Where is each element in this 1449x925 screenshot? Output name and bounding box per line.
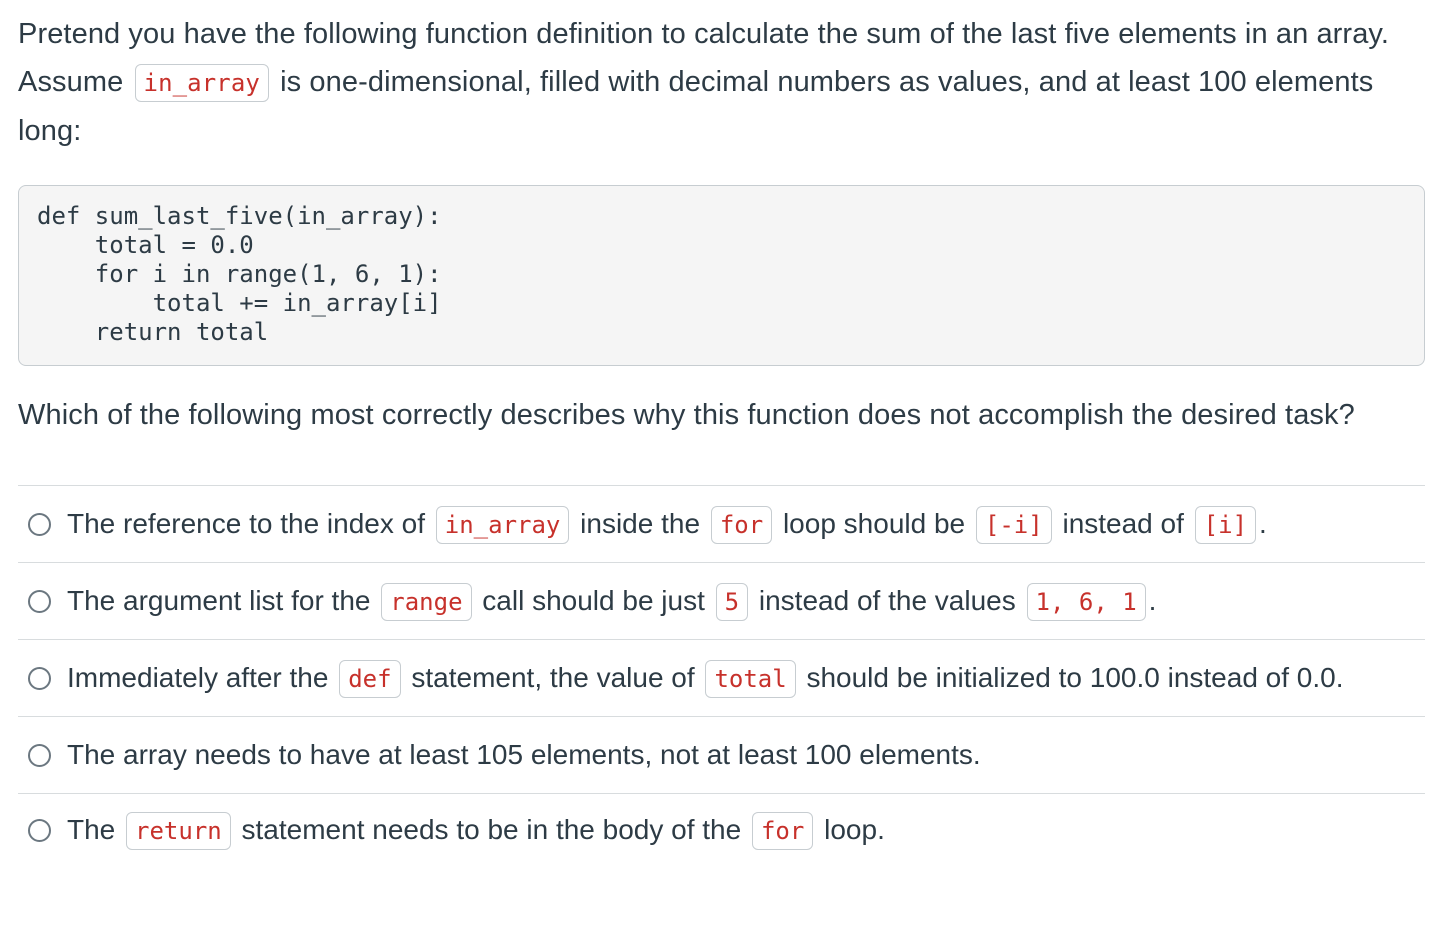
inline-code: return [126, 812, 231, 850]
code-line: return total [37, 318, 269, 346]
inline-code: [-i] [975, 506, 1052, 544]
answer-text: The array needs to have at least 105 ele… [67, 739, 981, 771]
answer-text-segment: statement needs to be in the body of the [241, 814, 742, 845]
answer-option[interactable]: The argument list for the range call sho… [18, 563, 1425, 640]
code-line: total += in_array[i] [37, 289, 442, 317]
radio-button[interactable] [28, 512, 51, 536]
answer-text-segment: . [1259, 508, 1267, 539]
answer-text: The reference to the index of in_array i… [67, 506, 1267, 544]
answer-option[interactable]: Immediately after the def statement, the… [18, 640, 1425, 717]
answer-text-segment: statement, the value of [411, 662, 695, 693]
inline-code: def [339, 660, 401, 698]
question-intro: Pretend you have the following function … [18, 10, 1425, 155]
answer-text-segment: instead of the values [758, 585, 1016, 616]
answer-text-segment: loop should be [782, 508, 966, 539]
question-text: Which of the following most correctly de… [18, 399, 1355, 431]
code-line: total = 0.0 [37, 231, 254, 259]
answer-text-segment: inside the [580, 508, 701, 539]
answer-option[interactable]: The reference to the index of in_array i… [18, 486, 1425, 563]
radio-button[interactable] [28, 589, 51, 613]
inline-code: for [751, 812, 814, 850]
answer-text: The argument list for the range call sho… [67, 583, 1157, 621]
radio-button[interactable] [28, 666, 51, 690]
answer-text-segment: loop. [824, 814, 885, 845]
answer-option[interactable]: The array needs to have at least 105 ele… [18, 717, 1425, 794]
answer-option[interactable]: The return statement needs to be in the … [18, 794, 1425, 866]
inline-code: in_array [435, 506, 570, 544]
answer-text-segment: The array needs to have at least 105 ele… [67, 739, 981, 770]
radio-button[interactable] [28, 743, 51, 767]
code-content: def sum_last_five(in_array): total = 0.0… [37, 202, 1406, 347]
answer-text-segment: The reference to the index of [67, 508, 425, 539]
inline-code: total [705, 660, 796, 698]
radio-button[interactable] [28, 818, 51, 842]
answer-text-segment: . [1148, 585, 1157, 616]
code-line: for i in range(1, 6, 1): [37, 260, 442, 288]
inline-code: [i] [1194, 506, 1257, 544]
inline-code-in-array: in_array [134, 64, 269, 102]
answer-text-segment: instead of [1062, 508, 1184, 539]
answer-text-segment: Immediately after the [67, 662, 329, 693]
answer-text-segment: call should be just [482, 585, 705, 616]
inline-code: range [381, 583, 472, 621]
inline-code: for [710, 506, 773, 544]
answer-text-segment: should be initialized to 100.0 instead o… [806, 662, 1344, 693]
quiz-question: Pretend you have the following function … [18, 0, 1425, 866]
inline-code: 5 [715, 583, 749, 621]
answer-list: The reference to the index of in_array i… [18, 485, 1425, 866]
answer-text: Immediately after the def statement, the… [67, 660, 1344, 698]
answer-text: The return statement needs to be in the … [67, 812, 885, 850]
answer-text-segment: The [67, 814, 116, 845]
inline-code: 1, 6, 1 [1026, 583, 1146, 621]
code-block: def sum_last_five(in_array): total = 0.0… [18, 185, 1425, 366]
answer-text-segment: The argument list for the [67, 585, 371, 616]
code-line: def sum_last_five(in_array): [37, 202, 442, 230]
